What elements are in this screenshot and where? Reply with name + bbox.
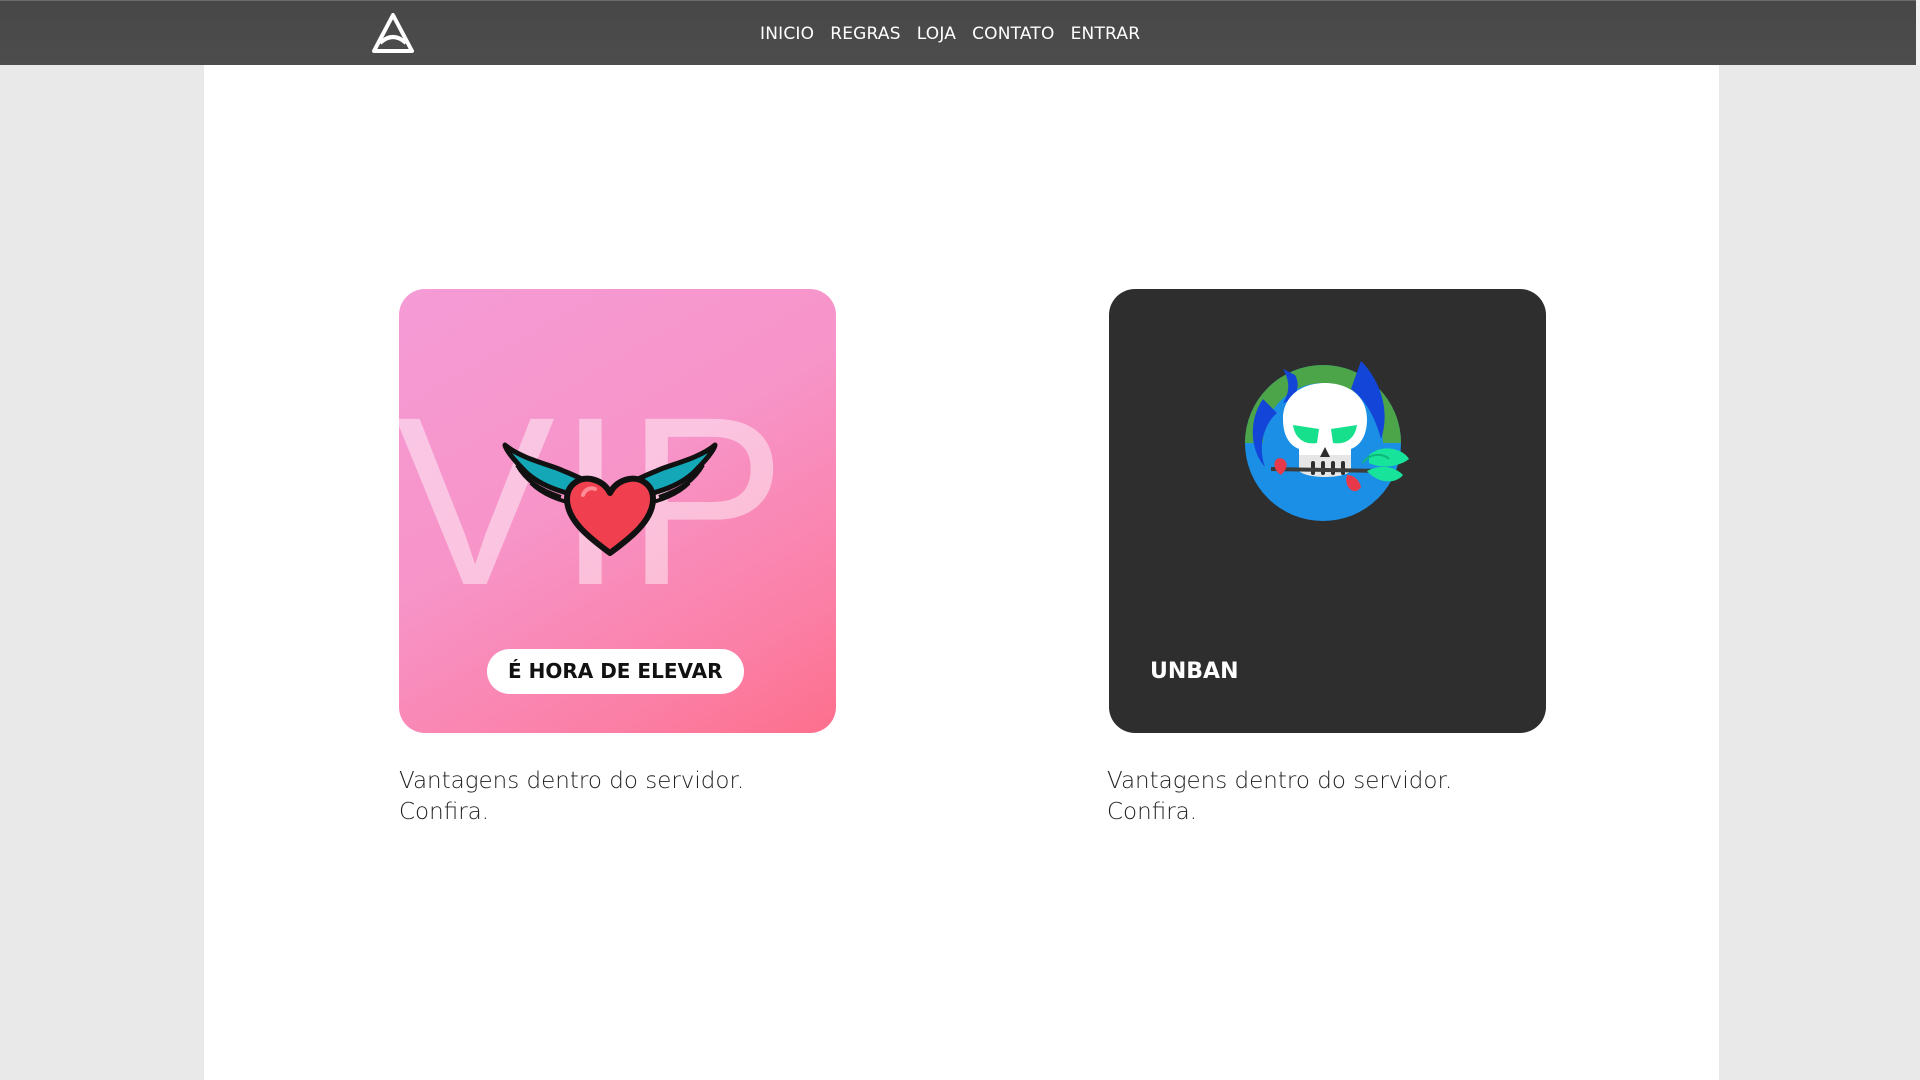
unban-description: Vantagens dentro do servidor. Confira. (1107, 766, 1452, 828)
nav-link-entrar[interactable]: ENTRAR (1071, 24, 1141, 44)
site-logo[interactable] (372, 13, 414, 55)
nav-link-regras[interactable]: REGRAS (830, 24, 900, 44)
top-navbar: INICIO REGRAS LOJA CONTATO ENTRAR (0, 0, 1916, 65)
vip-description-line1: Vantagens dentro do servidor. (399, 768, 745, 794)
vip-cta-button[interactable]: É HORA DE ELEVAR (487, 649, 744, 694)
winged-heart-icon (502, 442, 718, 556)
vip-description: Vantagens dentro do servidor. Confira. (399, 766, 744, 828)
unban-description-line2: Confira. (1107, 799, 1198, 825)
nav-link-loja[interactable]: LOJA (917, 24, 956, 44)
unban-card[interactable]: UNBAN (1109, 289, 1546, 733)
vip-card[interactable]: VIP É HORA DE ELEVAR (399, 289, 836, 733)
nav-link-inicio[interactable]: INICIO (760, 24, 814, 44)
nav-link-contato[interactable]: CONTATO (972, 24, 1055, 44)
unban-label: UNBAN (1150, 659, 1239, 684)
skull-rose-icon (1245, 361, 1409, 521)
vip-description-line2: Confira. (399, 799, 490, 825)
main-nav: INICIO REGRAS LOJA CONTATO ENTRAR (760, 1, 1156, 66)
unban-description-line1: Vantagens dentro do servidor. (1107, 768, 1453, 794)
scrollbar-edge (1916, 0, 1920, 65)
main-content: VIP É HORA DE ELEVAR (204, 65, 1719, 1080)
